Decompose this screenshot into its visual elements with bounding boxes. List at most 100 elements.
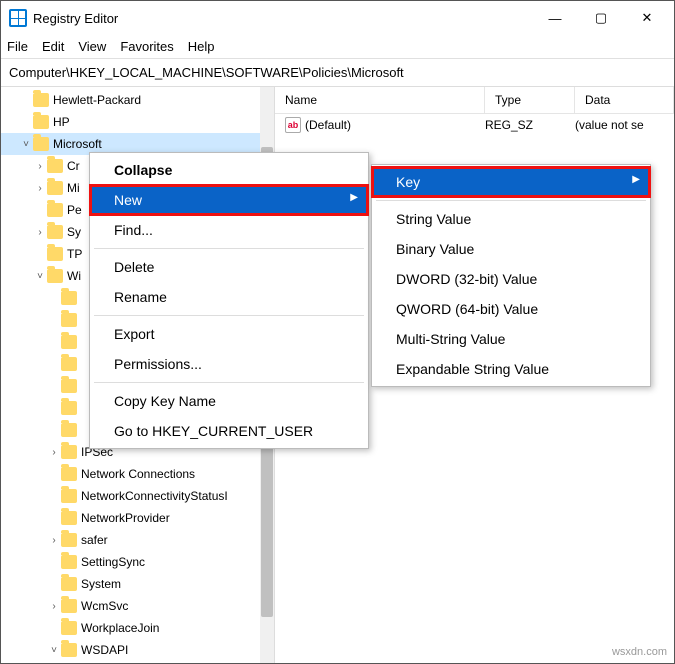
submenu-new: Key String Value Binary Value DWORD (32-… — [371, 164, 651, 387]
folder-icon — [47, 269, 63, 283]
minimize-button[interactable]: — — [532, 3, 578, 33]
separator — [94, 248, 364, 249]
folder-icon — [33, 137, 49, 151]
tree-label: HP — [53, 115, 70, 129]
folder-icon — [33, 93, 49, 107]
value-type: REG_SZ — [485, 118, 575, 132]
tree-label: Network Connections — [81, 467, 195, 481]
menubar: File Edit View Favorites Help — [1, 35, 674, 59]
address-bar[interactable]: Computer\HKEY_LOCAL_MACHINE\SOFTWARE\Pol… — [1, 59, 674, 87]
tree-label: NetworkProvider — [81, 511, 170, 525]
folder-icon — [61, 357, 77, 371]
string-icon: ab — [285, 117, 301, 133]
folder-icon — [61, 335, 77, 349]
value-header: Name Type Data — [275, 87, 674, 114]
ctx-rename[interactable]: Rename — [90, 282, 368, 312]
folder-icon — [61, 555, 77, 569]
folder-icon — [61, 621, 77, 635]
watermark: wsxdn.com — [612, 646, 667, 658]
sub-qword[interactable]: QWORD (64-bit) Value — [372, 294, 650, 324]
tree-item[interactable]: NetworkConnectivityStatusI — [1, 485, 274, 507]
folder-icon — [61, 313, 77, 327]
folder-icon — [61, 379, 77, 393]
col-data[interactable]: Data — [575, 87, 674, 113]
ctx-export[interactable]: Export — [90, 319, 368, 349]
tree-label: WcmSvc — [81, 599, 128, 613]
separator — [94, 382, 364, 383]
expand-icon[interactable]: › — [33, 183, 47, 194]
expand-icon[interactable]: ˅ — [19, 139, 33, 150]
tree-item[interactable]: Hewlett-Packard — [1, 89, 274, 111]
ctx-new[interactable]: New — [90, 185, 368, 215]
tree-item[interactable]: › WcmSvc — [1, 595, 274, 617]
tree-item[interactable]: Network Connections — [1, 463, 274, 485]
sub-binary[interactable]: Binary Value — [372, 234, 650, 264]
menu-view[interactable]: View — [78, 39, 106, 54]
folder-icon — [61, 423, 77, 437]
tree-item[interactable]: › safer — [1, 529, 274, 551]
tree-label: Hewlett-Packard — [53, 93, 141, 107]
close-button[interactable]: ✕ — [624, 3, 670, 33]
tree-label: TP — [67, 247, 82, 261]
ctx-find[interactable]: Find... — [90, 215, 368, 245]
tree-label: Sy — [67, 225, 81, 239]
tree-item[interactable]: WorkplaceJoin — [1, 617, 274, 639]
folder-icon — [47, 225, 63, 239]
folder-icon — [47, 181, 63, 195]
folder-icon — [61, 291, 77, 305]
folder-icon — [61, 643, 77, 657]
tree-label: Mi — [67, 181, 80, 195]
folder-icon — [61, 533, 77, 547]
folder-icon — [47, 159, 63, 173]
tree-item[interactable]: NetworkProvider — [1, 507, 274, 529]
menu-file[interactable]: File — [7, 39, 28, 54]
menu-favorites[interactable]: Favorites — [120, 39, 173, 54]
separator — [376, 200, 646, 201]
tree-label: Cr — [67, 159, 80, 173]
separator — [94, 315, 364, 316]
maximize-button[interactable]: ▢ — [578, 3, 624, 33]
value-row[interactable]: ab(Default) REG_SZ (value not se — [275, 114, 674, 136]
expand-icon[interactable]: ˅ — [47, 645, 61, 656]
expand-icon[interactable]: › — [47, 535, 61, 546]
tree-item[interactable]: HP — [1, 111, 274, 133]
sub-key[interactable]: Key — [372, 167, 650, 197]
tree-label: Microsoft — [53, 137, 102, 151]
context-menu: Collapse New Find... Delete Rename Expor… — [89, 152, 369, 449]
sub-multi[interactable]: Multi-String Value — [372, 324, 650, 354]
tree-label: safer — [81, 533, 108, 547]
ctx-collapse[interactable]: Collapse — [90, 155, 368, 185]
regedit-icon — [9, 9, 27, 27]
expand-icon[interactable]: › — [47, 601, 61, 612]
folder-icon — [61, 445, 77, 459]
folder-icon — [61, 599, 77, 613]
sub-string[interactable]: String Value — [372, 204, 650, 234]
ctx-goto[interactable]: Go to HKEY_CURRENT_USER — [90, 416, 368, 446]
expand-icon[interactable]: › — [33, 161, 47, 172]
col-name[interactable]: Name — [275, 87, 485, 113]
sub-dword[interactable]: DWORD (32-bit) Value — [372, 264, 650, 294]
tree-label: WorkplaceJoin — [81, 621, 159, 635]
tree-item[interactable]: ˅ WSDAPI — [1, 639, 274, 661]
tree-label: SettingSync — [81, 555, 145, 569]
folder-icon — [61, 489, 77, 503]
folder-icon — [61, 511, 77, 525]
col-type[interactable]: Type — [485, 87, 575, 113]
tree-label: WSDAPI — [81, 643, 128, 657]
tree-item[interactable]: System — [1, 573, 274, 595]
tree-label: NetworkConnectivityStatusI — [81, 489, 228, 503]
ctx-copy[interactable]: Copy Key Name — [90, 386, 368, 416]
window-title: Registry Editor — [33, 11, 532, 26]
menu-edit[interactable]: Edit — [42, 39, 64, 54]
folder-icon — [47, 247, 63, 261]
folder-icon — [61, 577, 77, 591]
value-data: (value not se — [575, 118, 674, 132]
sub-expand[interactable]: Expandable String Value — [372, 354, 650, 384]
menu-help[interactable]: Help — [188, 39, 215, 54]
ctx-delete[interactable]: Delete — [90, 252, 368, 282]
expand-icon[interactable]: ˅ — [33, 271, 47, 282]
expand-icon[interactable]: › — [47, 447, 61, 458]
tree-item[interactable]: SettingSync — [1, 551, 274, 573]
ctx-permissions[interactable]: Permissions... — [90, 349, 368, 379]
expand-icon[interactable]: › — [33, 227, 47, 238]
